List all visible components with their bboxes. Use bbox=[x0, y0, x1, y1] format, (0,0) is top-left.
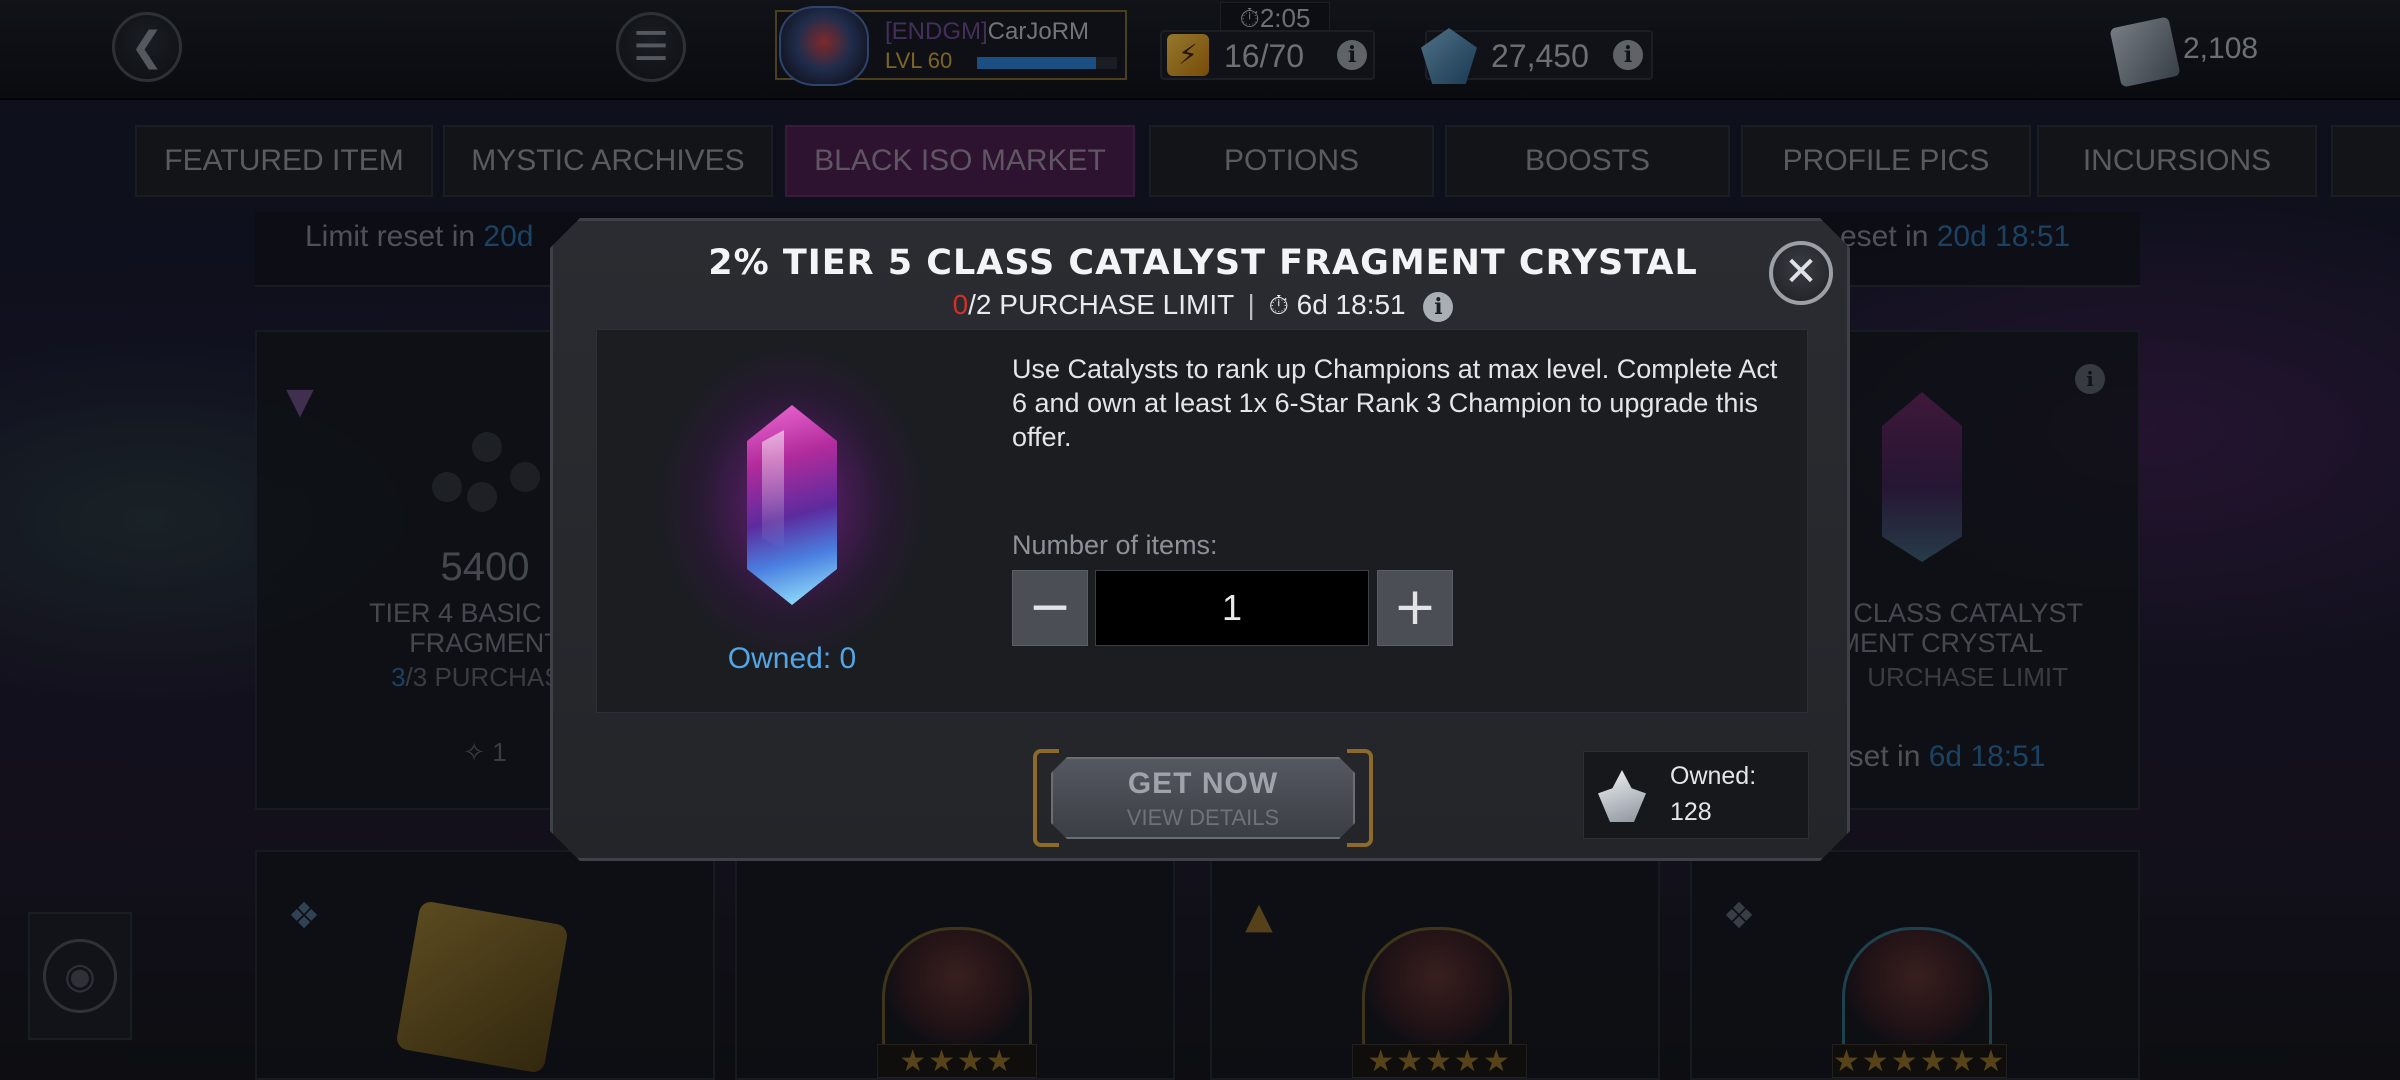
game-screen: ❮ ☰ [ENDGM]CarJoRM LVL 60 ⏱2:05 ⚡ 16/70 … bbox=[0, 0, 2400, 1080]
offer-description: Use Catalysts to rank up Champions at ma… bbox=[1012, 354, 1778, 452]
limit-separator: | bbox=[1247, 289, 1255, 320]
get-now-label: GET NOW bbox=[1127, 767, 1279, 800]
quantity-field[interactable]: 1 bbox=[1095, 570, 1369, 646]
currency-owned-box: Owned: 128 bbox=[1583, 751, 1809, 839]
catalyst-shard-icon bbox=[1598, 770, 1646, 822]
offer-timer: 6d 18:51 bbox=[1296, 289, 1406, 320]
modal-title: 2% TIER 5 CLASS CATALYST FRAGMENT CRYSTA… bbox=[708, 243, 1698, 283]
offer-info-icon[interactable]: i bbox=[1423, 291, 1454, 322]
modal-purchase-limit: 0/2 PURCHASE LIMIT | ⏱ 6d 18:51 i bbox=[553, 289, 1850, 322]
limit-rest: /2 PURCHASE LIMIT bbox=[968, 289, 1234, 320]
view-details-label: VIEW DETAILS bbox=[1126, 805, 1280, 830]
get-now-button[interactable]: GET NOW VIEW DETAILS bbox=[1033, 749, 1373, 847]
crystal-shine bbox=[762, 430, 784, 550]
offer-details-panel: Owned: 0 Use Catalysts to rank up Champi… bbox=[596, 329, 1808, 714]
decrease-quantity-button[interactable]: − bbox=[1012, 570, 1088, 646]
item-owned-count: Owned: 0 bbox=[727, 642, 857, 675]
offer-modal: 2% TIER 5 CLASS CATALYST FRAGMENT CRYSTA… bbox=[550, 218, 1850, 861]
catalyst-crystal-icon bbox=[747, 405, 837, 605]
currency-owned-value: 128 bbox=[1670, 798, 1712, 826]
currency-owned-label: Owned: bbox=[1670, 762, 1757, 790]
limit-used: 0 bbox=[952, 289, 969, 320]
increase-quantity-button[interactable]: + bbox=[1377, 570, 1453, 646]
close-icon[interactable]: ✕ bbox=[1769, 241, 1833, 305]
stopwatch-icon: ⏱ bbox=[1268, 291, 1289, 321]
quantity-label: Number of items: bbox=[1012, 530, 1218, 560]
item-art: Owned: 0 bbox=[597, 330, 987, 714]
